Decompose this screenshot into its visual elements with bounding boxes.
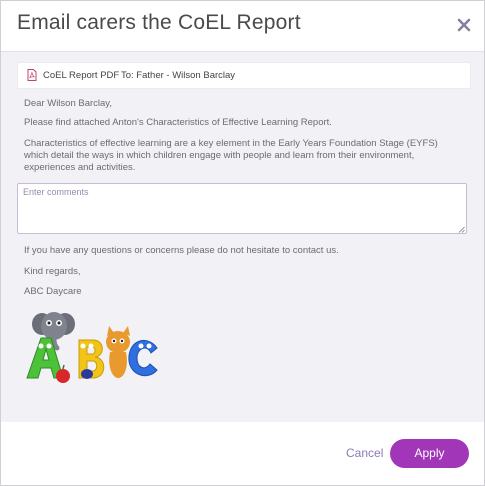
comments-input[interactable] — [17, 183, 467, 234]
greeting-text: Dear Wilson Barclay, — [24, 98, 112, 109]
resize-grip-icon[interactable] — [458, 226, 465, 233]
close-icon[interactable] — [455, 16, 473, 34]
apply-button[interactable]: Apply — [390, 439, 469, 468]
intro-text: Please find attached Anton's Characteris… — [24, 117, 332, 128]
attachment-name: CoEL Report PDF — [43, 70, 120, 81]
description-text: Characteristics of effective learning ar… — [24, 138, 438, 173]
cancel-button[interactable]: Cancel — [346, 446, 383, 460]
dialog-header: Email carers the CoEL Report — [1, 1, 484, 50]
closing-text: If you have any questions or concerns pl… — [24, 245, 339, 256]
abc-daycare-logo — [26, 312, 158, 383]
pdf-file-icon — [27, 69, 37, 81]
dialog-footer: Cancel Apply — [1, 422, 484, 485]
dialog-body: CoEL Report PDF To: Father - Wilson Barc… — [1, 51, 484, 422]
regards-text: Kind regards, — [24, 266, 81, 277]
signature-text: ABC Daycare — [24, 286, 82, 297]
attachment-row[interactable]: CoEL Report PDF To: Father - Wilson Barc… — [17, 62, 471, 89]
email-report-dialog: Email carers the CoEL Report CoEL Report… — [0, 0, 485, 486]
attachment-recipient: To: Father - Wilson Barclay — [121, 70, 236, 81]
dialog-title: Email carers the CoEL Report — [17, 11, 301, 34]
